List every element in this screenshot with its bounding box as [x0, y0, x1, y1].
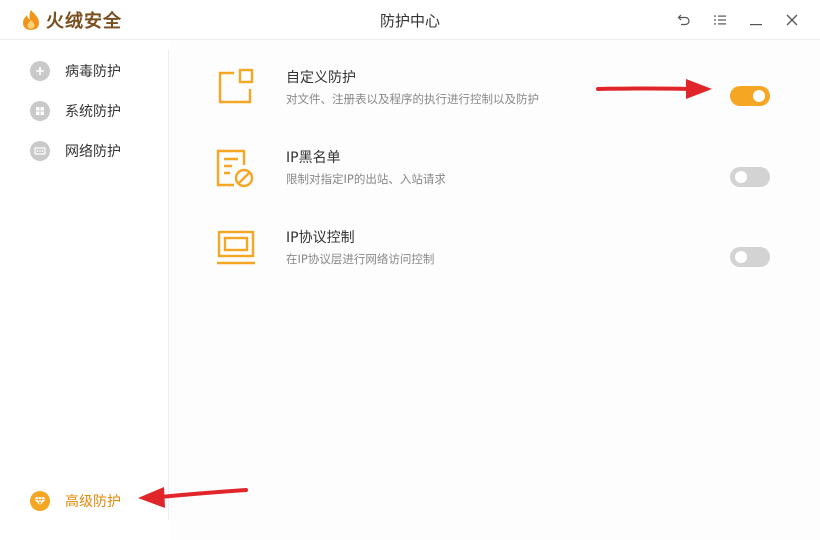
- rule-row-ip-protocol-control: IP协议控制 在IP协议层进行网络访问控制: [170, 227, 820, 287]
- back-button[interactable]: [674, 10, 694, 30]
- undo-icon: [677, 14, 690, 26]
- system-protection-icon: [30, 101, 50, 121]
- custom-protection-icon: [218, 68, 254, 104]
- title-bar: 火绒安全 防护中心: [0, 0, 820, 40]
- custom-protection-toggle[interactable]: [730, 86, 770, 106]
- rule-row-ip-blacklist: IP黑名单 限制对指定IP的出站、入站请求: [170, 147, 820, 207]
- ip-blacklist-toggle[interactable]: [730, 167, 770, 187]
- close-button[interactable]: [782, 10, 802, 30]
- ip-blacklist-icon: [216, 149, 254, 188]
- close-icon: [786, 14, 798, 26]
- main-panel: 自定义防护 对文件、注册表以及程序的执行进行控制以及防护 IP黑名单 限制对指定…: [170, 41, 820, 540]
- network-protection-icon: [30, 141, 50, 161]
- sidebar-item-virus-protection[interactable]: 病毒防护: [30, 59, 121, 83]
- window-title: 防护中心: [379, 12, 440, 30]
- toggle-knob: [735, 251, 747, 263]
- rule-row-custom-protection: 自定义防护 对文件、注册表以及程序的执行进行控制以及防护: [170, 67, 820, 127]
- ip-protocol-toggle[interactable]: [730, 247, 770, 267]
- virus-protection-icon: [30, 61, 50, 81]
- advanced-protection-icon: [30, 491, 50, 511]
- rule-title: 自定义防护: [286, 70, 356, 86]
- sidebar-item-label: 系统防护: [65, 104, 121, 120]
- minimize-icon: [750, 24, 762, 26]
- sidebar-item-network-protection[interactable]: 网络防护: [30, 139, 121, 163]
- sidebar: 病毒防护 系统防护 网络防护 高级防护: [0, 41, 168, 540]
- minimize-button[interactable]: [746, 10, 766, 30]
- sidebar-item-system-protection[interactable]: 系统防护: [30, 99, 121, 123]
- ip-protocol-icon: [217, 230, 255, 265]
- sidebar-item-label: 病毒防护: [65, 64, 121, 80]
- sidebar-item-label: 网络防护: [65, 144, 121, 160]
- sidebar-item-advanced-protection[interactable]: 高级防护: [30, 489, 121, 513]
- list-menu-icon: [714, 15, 726, 25]
- sidebar-divider: [168, 50, 169, 520]
- rule-description: 对文件、注册表以及程序的执行进行控制以及防护: [286, 92, 539, 106]
- rule-title: IP协议控制: [286, 230, 355, 246]
- toggle-knob: [753, 90, 765, 102]
- toggle-knob: [735, 171, 747, 183]
- sidebar-item-label: 高级防护: [65, 494, 121, 510]
- rule-description: 在IP协议层进行网络访问控制: [286, 252, 435, 266]
- rule-title: IP黑名单: [286, 150, 341, 166]
- rule-description: 限制对指定IP的出站、入站请求: [286, 172, 446, 186]
- menu-button[interactable]: [710, 10, 730, 30]
